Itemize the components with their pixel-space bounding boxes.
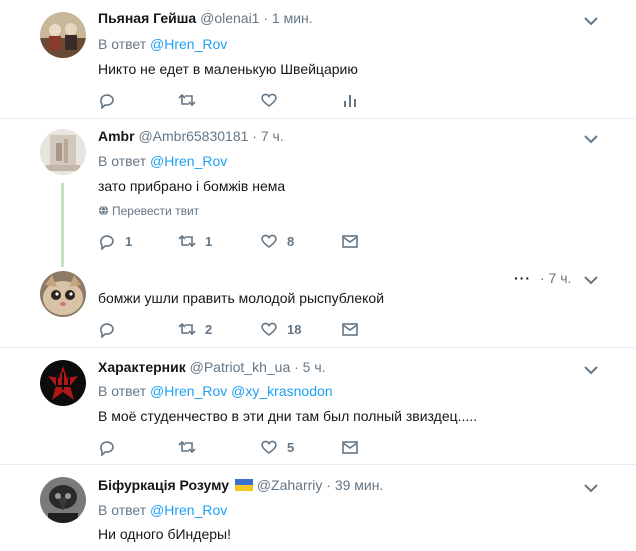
dm-button[interactable] <box>341 231 359 251</box>
retweet-count: 1 <box>205 233 213 249</box>
like-count: 5 <box>287 439 295 455</box>
display-name[interactable]: Біфуркація Розуму <box>98 477 229 493</box>
avatar[interactable] <box>40 477 86 523</box>
reply-prefix: В ответ <box>98 383 147 399</box>
dm-button[interactable] <box>341 319 359 339</box>
globe-icon <box>98 205 109 216</box>
translate-link[interactable]: Перевести твит <box>98 204 199 218</box>
heart-icon <box>261 93 277 107</box>
like-button[interactable]: 8 <box>260 231 294 251</box>
reply-context: В ответ @Hren_Rov <box>98 502 227 518</box>
reply-count: 1 <box>125 233 133 249</box>
retweet-icon <box>178 93 196 107</box>
retweet-button[interactable] <box>178 90 205 110</box>
reply-to-link[interactable]: @Hren_Rov <box>150 36 227 52</box>
avatar[interactable] <box>40 129 86 175</box>
retweet-button[interactable] <box>178 437 205 457</box>
like-button[interactable]: 5 <box>260 437 294 457</box>
thread-line <box>61 183 64 267</box>
reply-button[interactable] <box>98 90 125 110</box>
reply-prefix: В ответ <box>98 36 147 52</box>
tweet-actions <box>98 90 398 110</box>
more-icon[interactable]: ··· <box>514 270 531 286</box>
like-count: 8 <box>287 233 295 249</box>
reply-to-link-2[interactable]: @xy_krasnodon <box>231 383 332 399</box>
reply-icon <box>100 94 114 109</box>
like-button[interactable] <box>260 90 287 110</box>
tweet-text: Ни одного бИндеры! <box>98 526 231 542</box>
translate-label[interactable]: Перевести твит <box>112 204 199 218</box>
reply-context: В ответ @Hren_Rov <box>98 153 227 169</box>
heart-icon <box>261 322 277 336</box>
tweet-5[interactable]: Біфуркація Розуму @Zaharriy · 39 мин. В … <box>0 465 636 551</box>
user-handle[interactable]: @olenai1 <box>200 10 259 26</box>
retweet-button[interactable]: 1 <box>178 231 212 251</box>
tweet-actions: 1 1 8 <box>98 231 398 251</box>
reply-button[interactable]: 1 <box>98 231 132 251</box>
display-name[interactable]: Пьяная Гейша <box>98 10 196 26</box>
reply-to-link[interactable]: @Hren_Rov <box>150 502 227 518</box>
avatar[interactable] <box>40 271 86 317</box>
reply-prefix: В ответ <box>98 153 147 169</box>
user-handle[interactable]: @Patriot_kh_ua <box>190 359 291 375</box>
retweet-icon <box>178 322 196 336</box>
reply-button[interactable] <box>98 437 125 457</box>
avatar[interactable] <box>40 12 86 58</box>
reply-button[interactable] <box>98 319 125 339</box>
retweet-icon <box>178 440 196 454</box>
chevron-down-icon[interactable] <box>582 130 600 148</box>
chevron-down-icon[interactable] <box>582 479 600 497</box>
tweet-header: Характерник @Patriot_kh_ua · 5 ч. <box>98 359 326 375</box>
reply-context: В ответ @Hren_Rov <box>98 36 227 52</box>
dm-button[interactable] <box>341 437 359 457</box>
tweet-2[interactable]: Ambr @Ambr65830181 · 7 ч. В ответ @Hren_… <box>0 119 636 267</box>
reply-icon <box>100 441 114 456</box>
display-name[interactable]: Ambr <box>98 128 135 144</box>
tweet-4[interactable]: Характерник @Patriot_kh_ua · 5 ч. В отве… <box>0 348 636 464</box>
envelope-icon <box>342 441 358 454</box>
tweet-header: Ambr @Ambr65830181 · 7 ч. <box>98 128 284 144</box>
timestamp[interactable]: · 39 мин. <box>326 477 383 493</box>
tweet-1[interactable]: Пьяная Гейша @olenai1 · 1 мин. В ответ @… <box>0 0 636 118</box>
like-count: 18 <box>287 321 302 337</box>
tweet-header: Пьяная Гейша @olenai1 · 1 мин. <box>98 10 313 26</box>
heart-icon <box>261 440 277 454</box>
user-handle[interactable]: @Ambr65830181 <box>138 128 248 144</box>
analytics-icon <box>344 95 356 107</box>
tweet-text: Никто не едет в маленькую Швейцарию <box>98 61 358 77</box>
reply-context: В ответ @Hren_Rov @xy_krasnodon <box>98 383 333 399</box>
tweet-text: зато прибрано і бомжів нема <box>98 178 286 194</box>
reply-icon <box>100 323 114 338</box>
timestamp[interactable]: · 5 ч. <box>294 359 325 375</box>
tweet-header: Біфуркація Розуму @Zaharriy · 39 мин. <box>98 477 383 493</box>
timestamp[interactable]: · 1 мин. <box>263 10 312 26</box>
reply-icon <box>100 235 114 250</box>
tweet-actions: 5 <box>98 437 398 457</box>
heart-icon <box>261 234 277 248</box>
tweet-3[interactable]: ··· · 7 ч. бомжи ушли править молодой ры… <box>0 263 636 347</box>
retweet-button[interactable]: 2 <box>178 319 212 339</box>
retweet-count: 2 <box>205 321 213 337</box>
retweet-icon <box>178 234 196 248</box>
reply-to-link[interactable]: @Hren_Rov <box>150 153 227 169</box>
tweet-text: В моё студенчество в эти дни там был пол… <box>98 408 478 424</box>
timestamp[interactable]: · 7 ч. <box>540 270 571 286</box>
ukraine-flag-icon <box>234 478 253 491</box>
chevron-down-icon[interactable] <box>582 271 600 289</box>
tweet-text: бомжи ушли править молодой рыспублекой <box>98 290 385 306</box>
avatar[interactable] <box>40 360 86 406</box>
timestamp[interactable]: · 7 ч. <box>252 128 283 144</box>
chevron-down-icon[interactable] <box>582 12 600 30</box>
like-button[interactable]: 18 <box>260 319 301 339</box>
envelope-icon <box>342 323 358 336</box>
reply-to-link[interactable]: @Hren_Rov <box>150 383 227 399</box>
chevron-down-icon[interactable] <box>582 361 600 379</box>
display-name[interactable]: Характерник <box>98 359 186 375</box>
envelope-icon <box>342 235 358 248</box>
analytics-button[interactable] <box>341 90 359 110</box>
user-handle[interactable]: @Zaharriy <box>257 477 323 493</box>
reply-prefix: В ответ <box>98 502 147 518</box>
tweet-actions: 2 18 <box>98 319 398 339</box>
